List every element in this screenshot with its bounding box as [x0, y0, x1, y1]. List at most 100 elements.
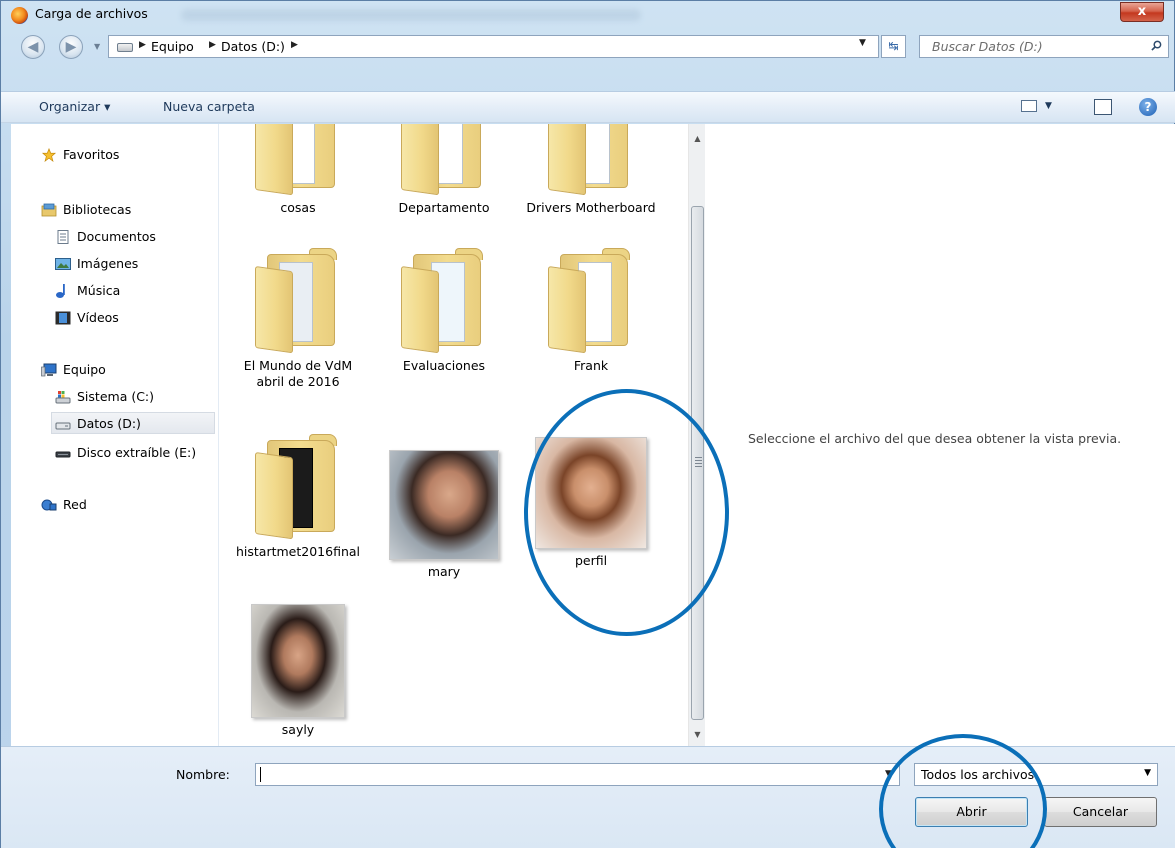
folder-tile[interactable]: histartmet2016final — [233, 430, 363, 560]
folder-icon — [536, 244, 646, 354]
back-arrow-icon: ◀ — [27, 39, 39, 55]
folder-icon — [243, 244, 353, 354]
folder-tile[interactable]: Frank — [526, 244, 656, 374]
dialog-footer: Nombre: ▼ Todos los archivos ▼ Abrir Can… — [1, 746, 1175, 848]
folder-tile[interactable]: Evaluaciones — [379, 244, 509, 374]
file-name: Drivers Motherboard — [526, 200, 656, 215]
scrollbar-grip-icon — [695, 457, 702, 467]
sidebar-item-label: Música — [77, 283, 121, 298]
file-name: histartmet2016final — [235, 544, 361, 559]
network-icon — [41, 499, 57, 511]
file-name: cosas — [280, 200, 316, 215]
cancel-button[interactable]: Cancelar — [1044, 797, 1157, 827]
filename-history-dropdown-icon[interactable]: ▼ — [885, 769, 892, 779]
breadcrumb-datos[interactable]: Datos (D:) — [221, 39, 285, 54]
forward-button[interactable]: ▶ — [59, 35, 83, 59]
file-type-filter-value: Todos los archivos — [921, 767, 1035, 782]
star-icon — [41, 148, 57, 162]
help-icon[interactable]: ? — [1139, 98, 1157, 116]
chevron-right-icon[interactable]: ▶ — [139, 40, 146, 50]
sidebar-item-label: Bibliotecas — [63, 202, 132, 217]
folder-icon — [536, 124, 646, 196]
removable-drive-icon — [55, 451, 71, 458]
open-button[interactable]: Abrir — [915, 797, 1028, 827]
command-toolbar: Organizar ▾ Nueva carpeta ▼ ? — [1, 91, 1175, 123]
scroll-down-arrow-icon[interactable]: ▼ — [689, 726, 706, 743]
refresh-icon: ↹ — [888, 39, 899, 53]
scroll-up-arrow-icon[interactable]: ▲ — [689, 130, 706, 147]
blurred-title-background — [181, 9, 641, 21]
view-options-dropdown-icon[interactable]: ▼ — [1045, 101, 1052, 111]
search-placeholder: Buscar Datos (D:) — [932, 39, 1043, 54]
document-icon — [57, 230, 69, 244]
scrollbar-thumb[interactable] — [691, 206, 704, 720]
drive-icon — [117, 43, 133, 52]
folder-tile[interactable]: El Mundo de VdM abril de 2016 — [233, 244, 363, 390]
file-dialog-window: Carga de archivos x ◀ ▶ ▼ ▶ Equipo ▶ Dat… — [0, 0, 1175, 848]
recent-pages-dropdown-icon[interactable]: ▼ — [94, 42, 100, 51]
preview-message: Seleccione el archivo del que desea obte… — [748, 431, 1122, 446]
image-tile[interactable]: perfil — [526, 437, 656, 569]
text-caret — [260, 767, 261, 782]
organize-button[interactable]: Organizar ▾ — [39, 99, 110, 114]
image-thumbnail — [389, 450, 499, 560]
sidebar-item-label: Sistema (C:) — [77, 389, 155, 404]
back-button[interactable]: ◀ — [21, 35, 45, 59]
preview-pane: Seleccione el archivo del que desea obte… — [706, 124, 1175, 746]
file-type-filter-select[interactable]: Todos los archivos ▼ — [914, 763, 1158, 786]
file-name: Departamento — [398, 200, 490, 215]
refresh-button[interactable]: ↹ — [881, 35, 906, 58]
video-icon — [55, 311, 71, 325]
file-name: sayly — [281, 722, 315, 737]
address-history-dropdown-icon[interactable]: ▼ — [859, 38, 866, 48]
folder-tile[interactable]: Drivers Motherboard — [526, 124, 656, 216]
file-name: El Mundo de VdM abril de 2016 — [243, 358, 353, 389]
filename-label: Nombre: — [176, 767, 230, 782]
filename-input[interactable] — [255, 763, 900, 786]
sidebar-item-datos-d[interactable]: Datos (D:) — [51, 412, 215, 434]
chevron-right-icon[interactable]: ▶ — [209, 40, 216, 50]
content-area: Favoritos Bibliotecas Documentos Imágene… — [11, 124, 1175, 746]
file-name: Frank — [573, 358, 609, 373]
libraries-icon — [41, 203, 57, 217]
folder-tile[interactable]: Departamento — [379, 124, 509, 216]
image-thumbnail — [243, 604, 353, 718]
chevron-right-icon[interactable]: ▶ — [291, 40, 298, 50]
sidebar-item-label: Vídeos — [77, 310, 119, 325]
sidebar-item-label: Datos (D:) — [77, 416, 141, 431]
image-tile[interactable]: sayly — [233, 604, 363, 738]
title-bar: Carga de archivos x — [1, 1, 1174, 29]
pictures-icon — [55, 258, 71, 270]
file-name: mary — [427, 564, 461, 579]
new-folder-button[interactable]: Nueva carpeta — [163, 99, 255, 114]
image-tile[interactable]: mary — [379, 450, 509, 580]
folder-icon — [243, 124, 353, 196]
search-box[interactable]: Buscar Datos (D:) — [919, 35, 1169, 58]
window-title: Carga de archivos — [35, 6, 148, 21]
search-icon — [1151, 40, 1162, 51]
breadcrumb-equipo[interactable]: Equipo — [151, 39, 194, 54]
navigation-pane: Favoritos Bibliotecas Documentos Imágene… — [11, 124, 219, 746]
sidebar-item-label: Imágenes — [77, 256, 139, 271]
vertical-scrollbar[interactable]: ▲ ▼ — [688, 124, 705, 746]
forward-arrow-icon: ▶ — [65, 39, 77, 55]
file-name: perfil — [574, 553, 608, 568]
preview-pane-icon[interactable] — [1094, 99, 1112, 115]
chevron-down-icon: ▼ — [1144, 768, 1151, 778]
sidebar-item-label: Red — [63, 497, 87, 512]
firefox-icon — [11, 7, 28, 24]
close-button[interactable]: x — [1120, 2, 1164, 22]
sidebar-item-label: Favoritos — [63, 147, 120, 162]
music-icon — [56, 284, 65, 298]
system-drive-icon — [55, 391, 71, 404]
sidebar-item-label: Documentos — [77, 229, 156, 244]
folder-icon — [243, 430, 353, 540]
drive-icon — [55, 422, 71, 430]
change-view-icon[interactable] — [1021, 100, 1037, 112]
folder-icon — [389, 124, 499, 196]
address-bar[interactable]: ▶ Equipo ▶ Datos (D:) ▶ — [108, 35, 879, 58]
folder-icon — [389, 244, 499, 354]
sidebar-item-label: Equipo — [63, 362, 106, 377]
folder-tile[interactable]: cosas — [233, 124, 363, 216]
image-thumbnail — [535, 437, 647, 549]
